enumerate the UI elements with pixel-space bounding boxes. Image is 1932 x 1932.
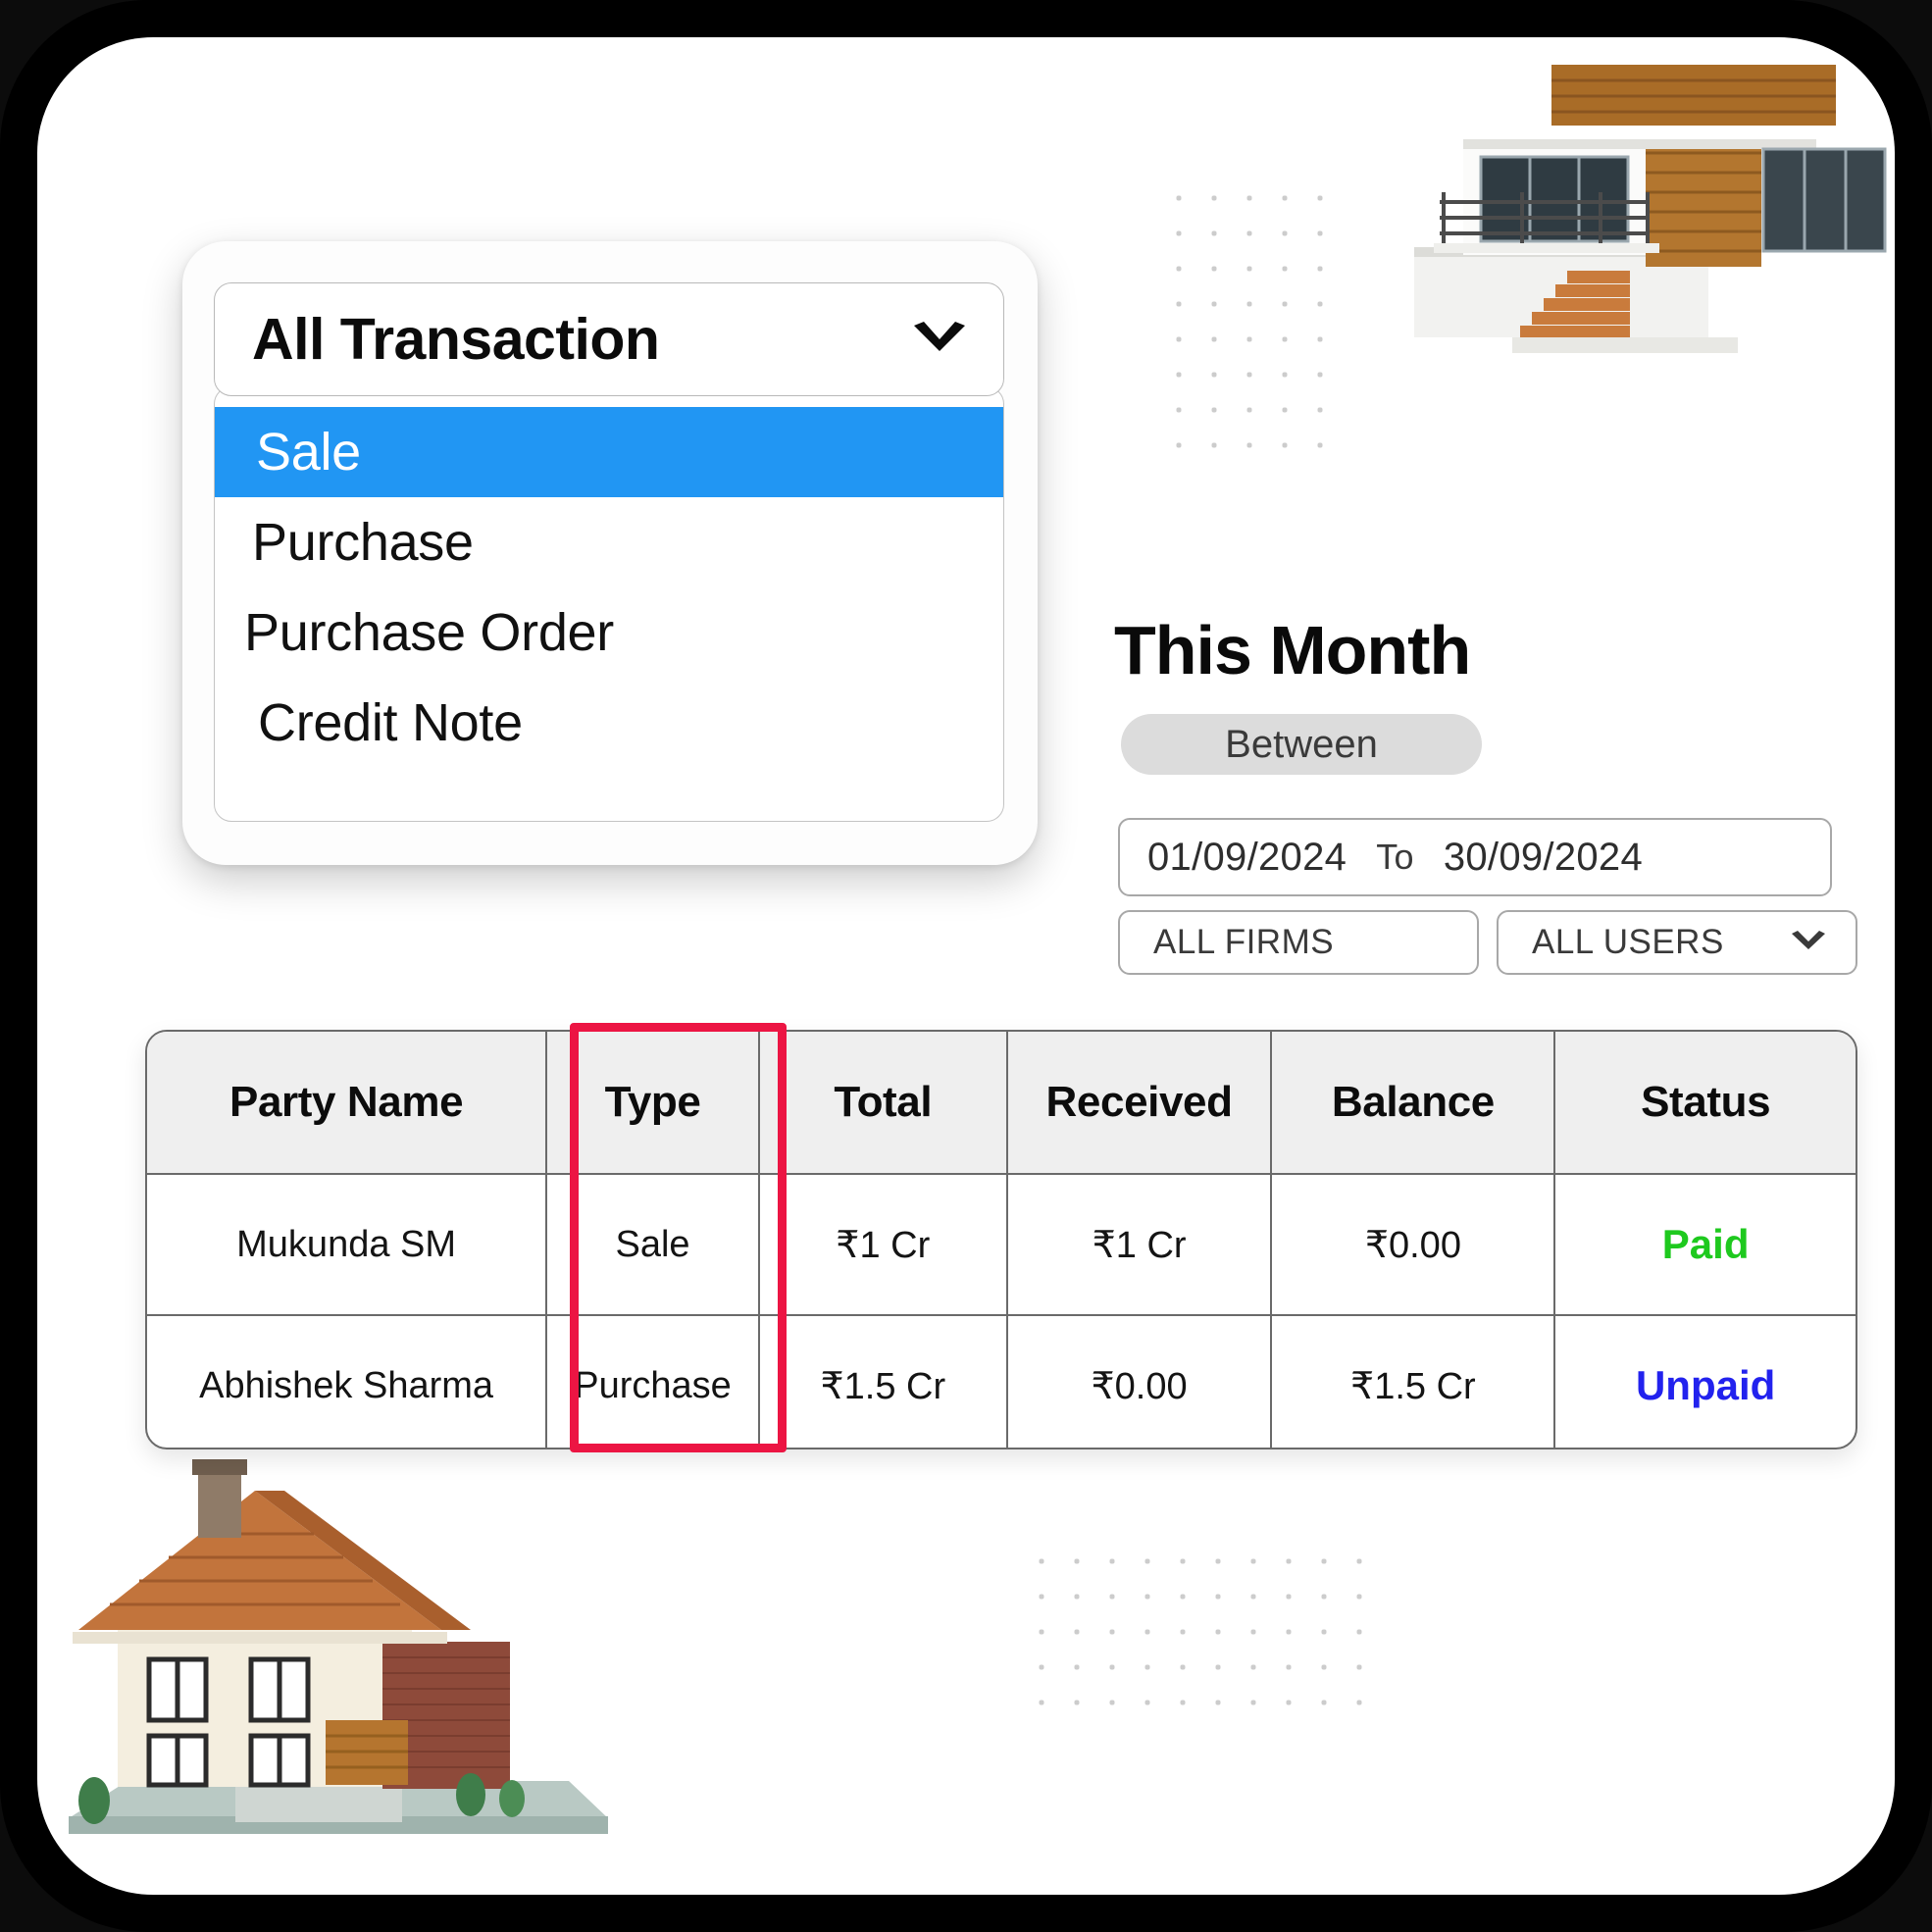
transaction-type-selected-value: All Transaction xyxy=(252,306,660,372)
dot-grid-pattern-bottom xyxy=(1018,1538,1371,1734)
column-header-party-name[interactable]: Party Name xyxy=(147,1032,548,1175)
period-mode-pill[interactable]: Between xyxy=(1121,714,1482,775)
dot-grid-pattern-top xyxy=(1155,175,1342,449)
date-to-value[interactable]: 30/09/2024 xyxy=(1444,836,1643,880)
transaction-filter-card: Sale Purchase Purchase Order Credit Note… xyxy=(182,241,1038,865)
app-screen: Sale Purchase Purchase Order Credit Note… xyxy=(37,37,1895,1895)
period-title: This Month xyxy=(1114,612,1471,688)
transaction-option-purchase[interactable]: Purchase xyxy=(215,497,1003,587)
chevron-down-icon[interactable] xyxy=(909,320,970,359)
column-header-received[interactable]: Received xyxy=(1006,1032,1273,1175)
cottage-house-illustration xyxy=(59,1397,647,1867)
chevron-down-icon[interactable] xyxy=(1789,923,1828,962)
table-header-row: Party Name Type Total Received Balance S… xyxy=(147,1032,1856,1175)
column-header-status[interactable]: Status xyxy=(1554,1032,1856,1175)
transactions-table: Party Name Type Total Received Balance S… xyxy=(145,1030,1857,1449)
transaction-option-purchase-order[interactable]: Purchase Order xyxy=(215,587,1003,678)
cell-balance: ₹0.00 xyxy=(1271,1174,1556,1316)
date-range-input[interactable]: 01/09/2024 To 30/09/2024 xyxy=(1118,818,1832,896)
column-header-balance[interactable]: Balance xyxy=(1271,1032,1556,1175)
option-label: Purchase xyxy=(252,513,474,572)
column-header-type[interactable]: Type xyxy=(546,1032,760,1175)
column-header-total[interactable]: Total xyxy=(758,1032,1008,1175)
cell-type: Purchase xyxy=(546,1315,760,1448)
user-filter-select[interactable]: ALL USERS xyxy=(1497,910,1857,975)
cell-received: ₹1 Cr xyxy=(1006,1174,1273,1316)
status-badge: Unpaid xyxy=(1635,1362,1776,1408)
cell-total: ₹1.5 Cr xyxy=(758,1315,1008,1448)
transaction-type-option-list[interactable]: Sale Purchase Purchase Order Credit Note xyxy=(214,386,1004,822)
user-filter-value: ALL USERS xyxy=(1532,923,1724,961)
period-mode-label: Between xyxy=(1225,722,1378,766)
option-label: Sale xyxy=(256,423,361,482)
date-range-separator: To xyxy=(1376,837,1414,877)
transaction-option-sale[interactable]: Sale xyxy=(215,407,1003,497)
table-row[interactable]: Abhishek Sharma Purchase ₹1.5 Cr ₹0.00 ₹… xyxy=(147,1315,1856,1448)
firm-filter-value: ALL FIRMS xyxy=(1153,923,1335,961)
cell-total: ₹1 Cr xyxy=(758,1174,1008,1316)
cell-received: ₹0.00 xyxy=(1006,1315,1273,1448)
date-from-value[interactable]: 01/09/2024 xyxy=(1147,836,1347,880)
device-frame: Sale Purchase Purchase Order Credit Note… xyxy=(0,0,1932,1932)
transaction-type-select[interactable]: All Transaction xyxy=(214,282,1004,396)
option-label: Purchase Order xyxy=(244,603,614,662)
table-row[interactable]: Mukunda SM Sale ₹1 Cr ₹1 Cr ₹0.00 Paid xyxy=(147,1174,1856,1316)
transaction-option-credit-note[interactable]: Credit Note xyxy=(215,678,1003,768)
option-label: Credit Note xyxy=(258,693,523,752)
cell-type: Sale xyxy=(546,1174,760,1316)
cell-party-name: Abhishek Sharma xyxy=(147,1315,548,1448)
firm-filter-select[interactable]: ALL FIRMS xyxy=(1118,910,1479,975)
cell-balance: ₹1.5 Cr xyxy=(1271,1315,1556,1448)
cell-party-name: Mukunda SM xyxy=(147,1174,548,1316)
status-badge: Paid xyxy=(1554,1174,1856,1316)
modern-house-illustration xyxy=(1404,55,1895,388)
